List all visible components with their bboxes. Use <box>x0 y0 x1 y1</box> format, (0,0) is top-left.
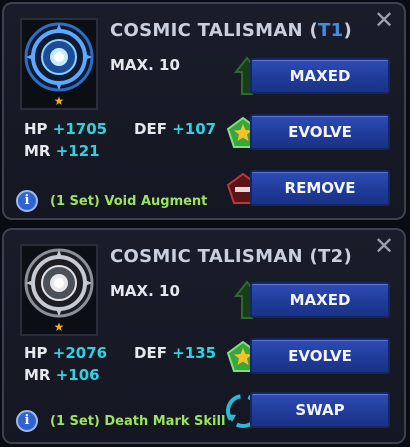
hp-stat: HP +2076 <box>24 344 107 362</box>
mr-value: +106 <box>55 366 100 384</box>
mr-label: MR <box>24 142 51 160</box>
hp-label: HP <box>24 344 48 362</box>
hp-value: +2076 <box>52 344 108 362</box>
hp-value: +1705 <box>52 120 108 138</box>
star-rating: ★ <box>20 320 98 336</box>
item-panel-t1: ★ COSMIC TALISMAN (T1) ✕ MAX. 10 HP +170… <box>2 2 406 220</box>
cosmic-talisman-blue-icon <box>24 22 94 92</box>
item-tier: (T1) <box>309 20 352 41</box>
tier-label: T2 <box>318 246 344 267</box>
def-value: +135 <box>172 344 217 362</box>
mr-stat: MR +121 <box>24 142 100 160</box>
item-panel-t2: ★ COSMIC TALISMAN (T2) ✕ MAX. 10 HP +207… <box>2 228 406 444</box>
mr-value: +121 <box>55 142 100 160</box>
set-bonus-text: (1 Set) Void Augment <box>50 194 208 209</box>
def-value: +107 <box>172 120 217 138</box>
item-name: COSMIC TALISMAN <box>110 20 303 41</box>
evolve-button[interactable]: EVOLVE <box>250 338 390 374</box>
swap-button[interactable]: SWAP <box>250 392 390 428</box>
item-tier: (T2) <box>309 246 352 267</box>
max-level-label: MAX. 10 <box>110 56 180 74</box>
cosmic-talisman-silver-icon <box>24 248 94 318</box>
info-icon[interactable]: i <box>16 410 38 432</box>
item-icon-frame[interactable] <box>20 18 98 96</box>
max-level-label: MAX. 10 <box>110 282 180 300</box>
remove-button[interactable]: REMOVE <box>250 170 390 206</box>
evolve-button[interactable]: EVOLVE <box>250 114 390 150</box>
info-icon[interactable]: i <box>16 190 38 212</box>
mr-stat: MR +106 <box>24 366 100 384</box>
item-icon-frame[interactable] <box>20 244 98 322</box>
def-stat: DEF +135 <box>134 344 216 362</box>
set-bonus-text: (1 Set) Death Mark Skill <box>50 414 226 429</box>
hp-stat: HP +1705 <box>24 120 107 138</box>
tier-label: T1 <box>318 20 344 41</box>
def-label: DEF <box>134 120 167 138</box>
mr-label: MR <box>24 366 51 384</box>
item-title: COSMIC TALISMAN (T2) <box>110 246 352 267</box>
def-label: DEF <box>134 344 167 362</box>
hp-label: HP <box>24 120 48 138</box>
maxed-button[interactable]: MAXED <box>250 282 390 318</box>
maxed-button[interactable]: MAXED <box>250 58 390 94</box>
item-title: COSMIC TALISMAN (T1) <box>110 20 352 41</box>
def-stat: DEF +107 <box>134 120 216 138</box>
close-button[interactable]: ✕ <box>372 234 396 258</box>
star-rating: ★ <box>20 94 98 110</box>
item-name: COSMIC TALISMAN <box>110 246 303 267</box>
close-button[interactable]: ✕ <box>372 8 396 32</box>
